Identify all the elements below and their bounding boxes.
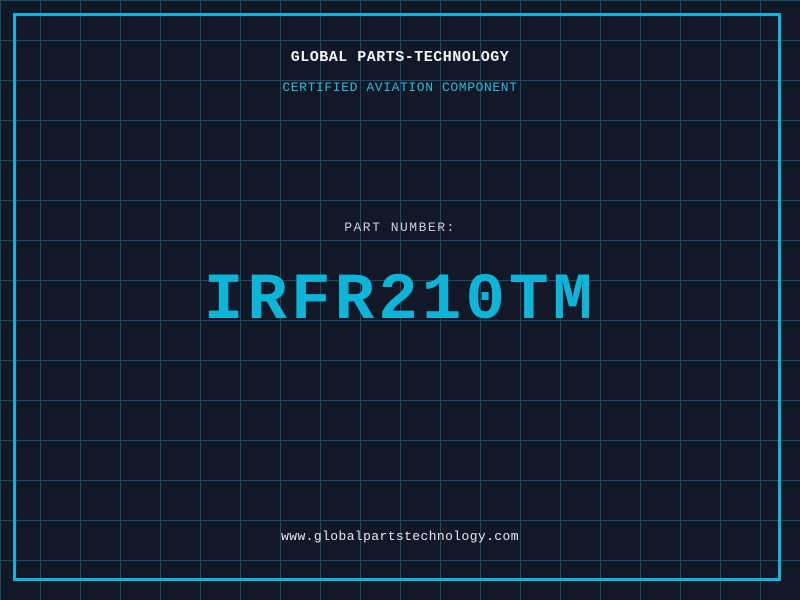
part-label-card: GLOBAL PARTS-TECHNOLOGY CERTIFIED AVIATI… (0, 0, 800, 600)
company-name: GLOBAL PARTS-TECHNOLOGY (290, 49, 510, 66)
website-url: www.globalpartstechnology.com (281, 529, 519, 544)
part-number-value: IRFR210TM (203, 263, 597, 338)
certification-subtitle: CERTIFIED AVIATION COMPONENT (282, 80, 518, 95)
part-number-label: PART NUMBER: (344, 220, 456, 235)
